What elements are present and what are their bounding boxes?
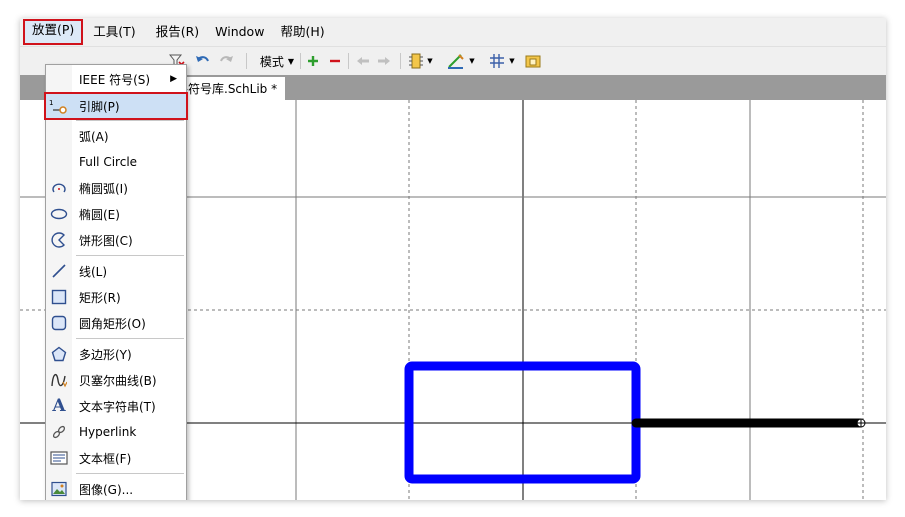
menu-item-arc[interactable]: 弧(A): [46, 124, 186, 148]
chevron-down-icon: ▼: [509, 57, 515, 65]
svg-text:1: 1: [49, 99, 53, 107]
menu-item-round-rectangle[interactable]: 圆角矩形(O): [46, 311, 186, 335]
polygon-icon: [48, 343, 70, 365]
menu-item-label: 弧(A): [79, 129, 109, 144]
menu-item-rectangle[interactable]: 矩形(R): [46, 285, 186, 309]
plus-icon: [308, 56, 318, 66]
menu-item-image[interactable]: 图像(G)...: [46, 477, 186, 500]
menu-item-text-string[interactable]: A 文本字符串(T): [46, 394, 186, 418]
menu-item-label: 文本字符串(T): [79, 399, 156, 414]
next-button[interactable]: [375, 51, 393, 71]
menu-help[interactable]: 帮助(H): [273, 21, 331, 43]
menu-item-label: 饼形图(C): [79, 233, 133, 248]
menu-item-pie-chart[interactable]: 饼形图(C): [46, 228, 186, 252]
menu-tools[interactable]: 工具(T): [86, 21, 142, 43]
menu-item-label: 线(L): [79, 264, 108, 279]
bezier-icon: [48, 369, 70, 391]
arrow-left-icon: [357, 57, 369, 65]
app-window: 放置(P) 工具(T) 报告(R) Window 帮助(H) 模式 ▼ ▼ ▼ …: [20, 18, 886, 500]
menu-item-label: IEEE 符号(S): [79, 72, 151, 87]
ellipse-icon: [48, 203, 70, 225]
menu-separator: [76, 473, 184, 474]
menu-item-elliptical-arc[interactable]: 椭圆弧(I): [46, 176, 186, 200]
chevron-down-icon: ▼: [427, 57, 433, 65]
menu-reports[interactable]: 报告(R): [149, 21, 206, 43]
menu-separator: [76, 120, 184, 121]
toolbar-separator: [400, 53, 401, 69]
menu-place[interactable]: 放置(P): [23, 19, 84, 45]
remove-button[interactable]: [326, 51, 344, 71]
image-icon: [48, 478, 70, 500]
menu-item-label: 文本框(F): [79, 451, 132, 466]
toolbar-separator: [300, 53, 301, 69]
menu-item-full-circle[interactable]: Full Circle: [46, 150, 186, 174]
menu-item-line[interactable]: 线(L): [46, 259, 186, 283]
menu-item-ieee-symbols[interactable]: IEEE 符号(S) ▶: [46, 67, 186, 91]
pie-icon: [48, 229, 70, 251]
menu-item-label: 引脚(P): [79, 99, 120, 114]
previous-button[interactable]: [354, 51, 372, 71]
text-frame-icon: [48, 447, 70, 469]
drawing-tools-icon: [448, 54, 465, 69]
library-button[interactable]: [523, 51, 543, 71]
toolbar-separator: [246, 53, 247, 69]
menu-item-label: 椭圆弧(I): [79, 181, 128, 196]
menu-item-label: Hyperlink: [79, 425, 137, 439]
grid-button[interactable]: ▼: [486, 51, 518, 71]
chevron-down-icon: ▼: [287, 56, 295, 66]
menu-item-text-frame[interactable]: 文本框(F): [46, 446, 186, 470]
line-icon: [48, 260, 70, 282]
redo-button[interactable]: [216, 51, 236, 71]
menu-item-bezier[interactable]: 贝塞尔曲线(B): [46, 368, 186, 392]
minus-icon: [330, 59, 340, 63]
undo-icon: [196, 56, 209, 62]
menu-item-label: Full Circle: [79, 155, 138, 169]
menu-item-label: 贝塞尔曲线(B): [79, 373, 157, 388]
menu-bar: 放置(P) 工具(T) 报告(R) Window 帮助(H): [20, 18, 886, 46]
menu-item-polygon[interactable]: 多边形(Y): [46, 342, 186, 366]
chevron-down-icon: ▼: [469, 57, 475, 65]
menu-item-label: 多边形(Y): [79, 347, 132, 362]
component-button[interactable]: ▼: [405, 51, 437, 71]
round-rectangle-icon: [48, 312, 70, 334]
menu-item-hyperlink[interactable]: Hyperlink: [46, 420, 186, 444]
menu-item-ellipse[interactable]: 椭圆(E): [46, 202, 186, 226]
menu-item-label: 图像(G)...: [79, 482, 134, 497]
rectangle-icon: [48, 286, 70, 308]
folder-icon: [525, 55, 541, 68]
redo-icon: [220, 56, 233, 62]
arrow-right-icon: [378, 57, 390, 65]
pin-icon: 1: [48, 95, 70, 117]
hyperlink-icon: [48, 421, 70, 443]
mode-dropdown[interactable]: 模式 ▼: [252, 51, 302, 71]
menu-item-pin[interactable]: 1 引脚(P): [44, 92, 188, 120]
menu-item-label: 圆角矩形(O): [79, 316, 146, 331]
text-string-icon: A: [52, 396, 66, 416]
elliptical-arc-icon: [48, 177, 70, 199]
grid-icon: [490, 54, 505, 68]
submenu-arrow-icon: ▶: [170, 74, 177, 84]
add-button[interactable]: [304, 51, 322, 71]
menu-separator: [76, 338, 184, 339]
component-icon: [409, 53, 424, 69]
toolbar-separator: [348, 53, 349, 69]
draw-tools-button[interactable]: ▼: [444, 51, 478, 71]
undo-button[interactable]: [193, 51, 213, 71]
menu-separator: [76, 255, 184, 256]
menu-window[interactable]: Window: [208, 21, 271, 43]
menu-item-label: 矩形(R): [79, 290, 121, 305]
place-menu-dropdown: IEEE 符号(S) ▶ 1 引脚(P) 弧(A) Full Circle 椭圆…: [44, 64, 188, 500]
mode-label: 模式: [259, 54, 284, 69]
menu-item-label: 椭圆(E): [79, 207, 120, 222]
